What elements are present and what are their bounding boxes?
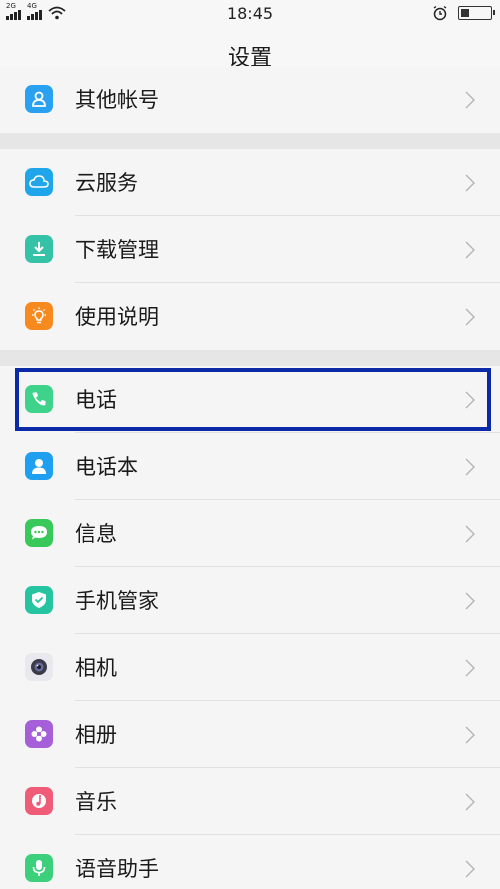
settings-item-user-guide[interactable]: 使用说明 bbox=[0, 283, 500, 350]
status-bar: 2G 4G 18:45 bbox=[0, 0, 500, 28]
album-icon bbox=[25, 720, 53, 748]
settings-item-album[interactable]: 相册 bbox=[0, 701, 500, 768]
settings-item-cloud-service[interactable]: 云服务 bbox=[0, 149, 500, 216]
download-icon bbox=[25, 235, 53, 263]
shield-icon bbox=[25, 586, 53, 614]
settings-item-label: 云服务 bbox=[75, 171, 138, 195]
chevron-right-icon bbox=[465, 241, 475, 259]
lightbulb-icon bbox=[25, 302, 53, 330]
settings-item-label: 相机 bbox=[75, 656, 117, 680]
settings-item-music[interactable]: 音乐 bbox=[0, 768, 500, 835]
alarm-icon bbox=[433, 5, 447, 21]
settings-item-contacts[interactable]: 电话本 bbox=[0, 433, 500, 500]
settings-item-label: 其他帐号 bbox=[75, 88, 159, 112]
chevron-right-icon bbox=[465, 308, 475, 326]
section-divider bbox=[0, 350, 500, 366]
contacts-icon bbox=[25, 452, 53, 480]
music-icon bbox=[25, 787, 53, 815]
section-divider bbox=[0, 133, 500, 149]
clock: 18:45 bbox=[226, 4, 274, 23]
settings-item-other-accounts[interactable]: 其他帐号 bbox=[0, 66, 500, 133]
chevron-right-icon bbox=[465, 659, 475, 677]
chevron-right-icon bbox=[465, 726, 475, 744]
highlight-box bbox=[15, 368, 491, 431]
chevron-right-icon bbox=[465, 793, 475, 811]
settings-item-label: 电话本 bbox=[75, 455, 138, 479]
chevron-right-icon bbox=[465, 525, 475, 543]
cloud-icon bbox=[25, 168, 53, 196]
settings-item-label: 信息 bbox=[75, 522, 117, 546]
message-icon bbox=[25, 519, 53, 547]
account-icon bbox=[25, 85, 53, 113]
chevron-right-icon bbox=[465, 860, 475, 878]
chevron-right-icon bbox=[465, 91, 475, 109]
settings-item-messages[interactable]: 信息 bbox=[0, 500, 500, 567]
chevron-right-icon bbox=[465, 458, 475, 476]
battery-icon bbox=[458, 6, 495, 20]
mic-icon bbox=[25, 854, 53, 882]
chevron-right-icon bbox=[465, 174, 475, 192]
settings-item-label: 手机管家 bbox=[75, 589, 159, 613]
chevron-right-icon bbox=[465, 592, 475, 610]
settings-item-download-manager[interactable]: 下载管理 bbox=[0, 216, 500, 283]
settings-item-label: 语音助手 bbox=[75, 857, 159, 881]
settings-item-label: 音乐 bbox=[75, 790, 117, 814]
settings-item-label: 下载管理 bbox=[75, 238, 159, 262]
settings-item-voice-assistant[interactable]: 语音助手 bbox=[0, 835, 500, 889]
settings-item-label: 使用说明 bbox=[75, 305, 159, 329]
camera-icon bbox=[25, 653, 53, 681]
settings-item-camera[interactable]: 相机 bbox=[0, 634, 500, 701]
settings-item-label: 相册 bbox=[75, 723, 117, 747]
settings-item-phone-manager[interactable]: 手机管家 bbox=[0, 567, 500, 634]
